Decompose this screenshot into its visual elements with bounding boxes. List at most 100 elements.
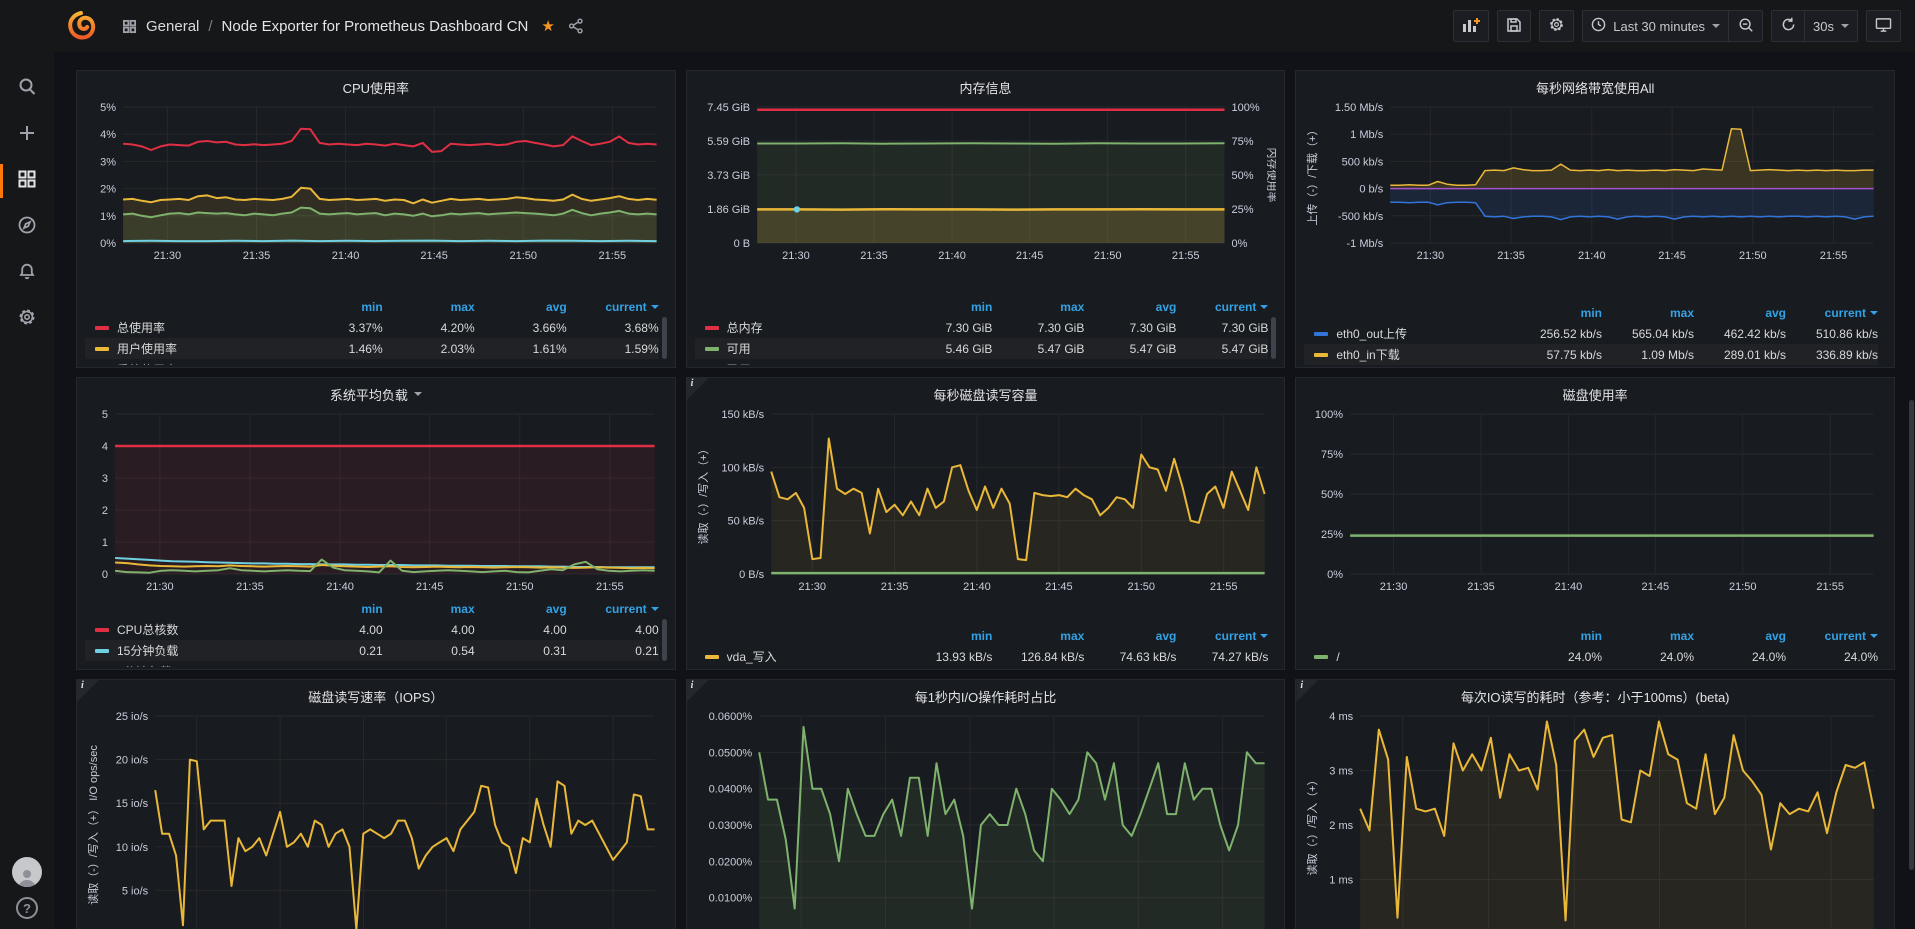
legend-sort-avg[interactable]: avg xyxy=(1084,300,1176,314)
legend-row-clipped[interactable]: 系统使用率 xyxy=(85,359,659,365)
series-color-swatch[interactable] xyxy=(95,347,109,351)
series-color-swatch[interactable] xyxy=(1314,353,1328,357)
legend-sort-min[interactable]: min xyxy=(291,602,383,616)
legend-row[interactable]: 15分钟负载0.210.540.310.21 xyxy=(85,640,659,661)
legend-sort-current[interactable]: current xyxy=(567,602,659,616)
legend-row[interactable]: 可用5.46 GiB5.47 GiB5.47 GiB5.47 GiB xyxy=(695,338,1269,359)
svg-text:5: 5 xyxy=(102,409,108,421)
legend-value: 5.46 GiB xyxy=(900,342,992,356)
legend-sort-max[interactable]: max xyxy=(992,629,1084,643)
sidebar-item-alerting[interactable] xyxy=(0,250,54,296)
disk-usage-chart[interactable]: 0%25%50%75%100%21:3021:3521:4021:4521:50… xyxy=(1304,406,1886,598)
legend-sort-avg[interactable]: avg xyxy=(475,602,567,616)
legend-sort-min[interactable]: min xyxy=(291,300,383,314)
save-dashboard-button[interactable] xyxy=(1497,10,1531,42)
memory-info-chart[interactable]: 0 B1.86 GiB3.73 GiB5.59 GiB7.45 GiB0%25%… xyxy=(695,99,1277,267)
legend-row[interactable]: 用户使用率1.46%2.03%1.61%1.59% xyxy=(85,338,659,359)
disk-rw-volume-chart[interactable]: 0 B/s50 kB/s100 kB/s150 kB/s21:3021:3521… xyxy=(695,406,1277,598)
sidebar-item-configuration[interactable] xyxy=(0,296,54,342)
grafana-logo-icon[interactable] xyxy=(54,0,108,52)
legend-row-clipped[interactable]: 1分钟负载 xyxy=(85,661,659,667)
svg-text:21:45: 21:45 xyxy=(1642,581,1670,593)
legend-row[interactable]: /24.0%24.0%24.0%24.0% xyxy=(1304,646,1878,667)
legend-sort-max[interactable]: max xyxy=(1602,629,1694,643)
legend-row[interactable]: eth0_in下载57.75 kb/s1.09 Mb/s289.01 kb/s3… xyxy=(1304,344,1878,365)
panel-title[interactable]: 磁盘读写速率（IOPS） xyxy=(85,684,667,708)
series-color-swatch[interactable] xyxy=(705,347,719,351)
sidebar-item-search[interactable] xyxy=(0,66,54,112)
legend-sort-avg[interactable]: avg xyxy=(1084,629,1176,643)
legend-sort-current[interactable]: current xyxy=(1176,629,1268,643)
page-scrollbar[interactable] xyxy=(1909,400,1914,870)
legend-scrollbar[interactable] xyxy=(1271,317,1276,359)
panel-title[interactable]: 系统平均负载 xyxy=(85,382,667,406)
zoom-out-time-button[interactable] xyxy=(1729,10,1763,42)
svg-text:21:35: 21:35 xyxy=(236,581,264,593)
series-color-swatch[interactable] xyxy=(705,326,719,330)
series-color-swatch[interactable] xyxy=(95,628,109,632)
series-color-swatch[interactable] xyxy=(1314,655,1328,659)
svg-text:0%: 0% xyxy=(100,238,116,250)
panel-title[interactable]: 内存信息 xyxy=(695,75,1277,99)
io-time-ratio-chart[interactable]: 0%0.0100%0.0200%0.0300%0.0400%0.0500%0.0… xyxy=(695,708,1277,929)
help-icon[interactable]: ? xyxy=(16,897,38,919)
panel-title[interactable]: CPU使用率 xyxy=(85,75,667,99)
legend-row[interactable]: 总使用率3.37%4.20%3.66%3.68% xyxy=(85,317,659,338)
refresh-interval-picker[interactable]: 30s xyxy=(1805,10,1858,42)
chevron-down-icon xyxy=(1712,24,1720,28)
legend-sort-avg[interactable]: avg xyxy=(475,300,567,314)
refresh-button[interactable] xyxy=(1771,10,1805,42)
breadcrumb-folder[interactable]: General xyxy=(146,18,199,35)
legend-sort-max[interactable]: max xyxy=(383,602,475,616)
legend-sort-current[interactable]: current xyxy=(567,300,659,314)
sidebar-item-dashboards[interactable] xyxy=(0,158,54,204)
user-avatar[interactable] xyxy=(12,857,42,887)
legend-sort-current[interactable]: current xyxy=(1786,306,1878,320)
legend-row[interactable]: CPU总核数4.004.004.004.00 xyxy=(85,619,659,640)
legend-sort-min[interactable]: min xyxy=(1510,629,1602,643)
system-load-chart[interactable]: 01234521:3021:3521:4021:4521:5021:55 xyxy=(85,406,667,598)
dashboard-title[interactable]: Node Exporter for Prometheus Dashboard C… xyxy=(222,18,529,35)
legend-scrollbar[interactable] xyxy=(662,317,667,359)
legend-sort-max[interactable]: max xyxy=(383,300,475,314)
sidebar-item-explore[interactable] xyxy=(0,204,54,250)
dashboard-settings-button[interactable] xyxy=(1539,10,1574,42)
svg-text:21:55: 21:55 xyxy=(599,250,627,262)
panel-title[interactable]: 每次IO读写的耗时（参考：小于100ms）(beta) xyxy=(1304,684,1886,708)
disk-iops-chart[interactable]: 0 io/s5 io/s10 io/s15 io/s20 io/s25 io/s… xyxy=(85,708,667,929)
legend-header: minmaxavgcurrent xyxy=(1304,303,1878,323)
legend-row-clipped[interactable]: 已用 xyxy=(695,359,1269,365)
add-panel-button[interactable] xyxy=(1453,10,1489,42)
legend-sort-min[interactable]: min xyxy=(900,300,992,314)
legend-row[interactable]: 总内存7.30 GiB7.30 GiB7.30 GiB7.30 GiB xyxy=(695,317,1269,338)
legend-row[interactable]: eth0_out上传256.52 kb/s565.04 kb/s462.42 k… xyxy=(1304,323,1878,344)
legend-sort-current[interactable]: current xyxy=(1176,300,1268,314)
sidebar-item-create[interactable] xyxy=(0,112,54,158)
legend-row[interactable]: vda_写入13.93 kB/s126.84 kB/s74.63 kB/s74.… xyxy=(695,646,1269,667)
series-color-swatch[interactable] xyxy=(1314,332,1328,336)
cpu-usage-chart[interactable]: 0%1%2%3%4%5%21:3021:3521:4021:4521:5021:… xyxy=(85,99,667,267)
legend-sort-current[interactable]: current xyxy=(1786,629,1878,643)
series-color-swatch[interactable] xyxy=(95,326,109,330)
series-color-swatch[interactable] xyxy=(705,655,719,659)
share-icon[interactable] xyxy=(568,18,584,34)
time-range-picker[interactable]: Last 30 minutes xyxy=(1582,10,1729,42)
io-latency-chart[interactable]: 0 s1 ms2 ms3 ms4 ms21:3021:3521:4021:452… xyxy=(1304,708,1886,929)
legend-sort-avg[interactable]: avg xyxy=(1694,306,1786,320)
panel-title[interactable]: 磁盘使用率 xyxy=(1304,382,1886,406)
star-icon[interactable]: ★ xyxy=(541,17,554,35)
panel-title[interactable]: 每1秒内I/O操作耗时占比 xyxy=(695,684,1277,708)
legend-header: minmaxavgcurrent xyxy=(1304,626,1878,646)
legend-sort-min[interactable]: min xyxy=(1510,306,1602,320)
legend-scrollbar[interactable] xyxy=(662,619,667,661)
kiosk-mode-button[interactable] xyxy=(1866,10,1901,42)
panel-title[interactable]: 每秒网络带宽使用All xyxy=(1304,75,1886,99)
legend-sort-max[interactable]: max xyxy=(1602,306,1694,320)
network-bandwidth-chart[interactable]: -1 Mb/s-500 kb/s0 b/s500 kb/s1 Mb/s1.50 … xyxy=(1304,99,1886,267)
panel-title[interactable]: 每秒磁盘读写容量 xyxy=(695,382,1277,406)
svg-text:0.0400%: 0.0400% xyxy=(708,784,752,796)
legend-sort-avg[interactable]: avg xyxy=(1694,629,1786,643)
legend-sort-max[interactable]: max xyxy=(992,300,1084,314)
series-color-swatch[interactable] xyxy=(95,649,109,653)
legend-sort-min[interactable]: min xyxy=(900,629,992,643)
